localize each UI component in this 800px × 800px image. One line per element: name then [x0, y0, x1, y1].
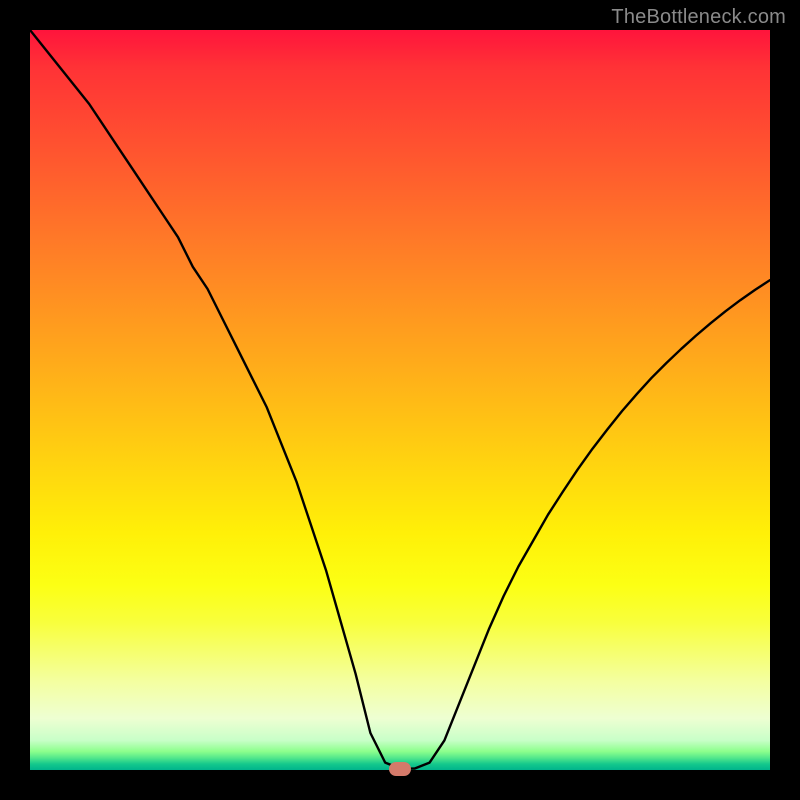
plot-area — [30, 30, 770, 770]
chart-frame: TheBottleneck.com — [0, 0, 800, 800]
optimal-point-marker — [389, 762, 411, 776]
bottleneck-curve — [30, 30, 770, 770]
watermark-text: TheBottleneck.com — [611, 6, 786, 29]
